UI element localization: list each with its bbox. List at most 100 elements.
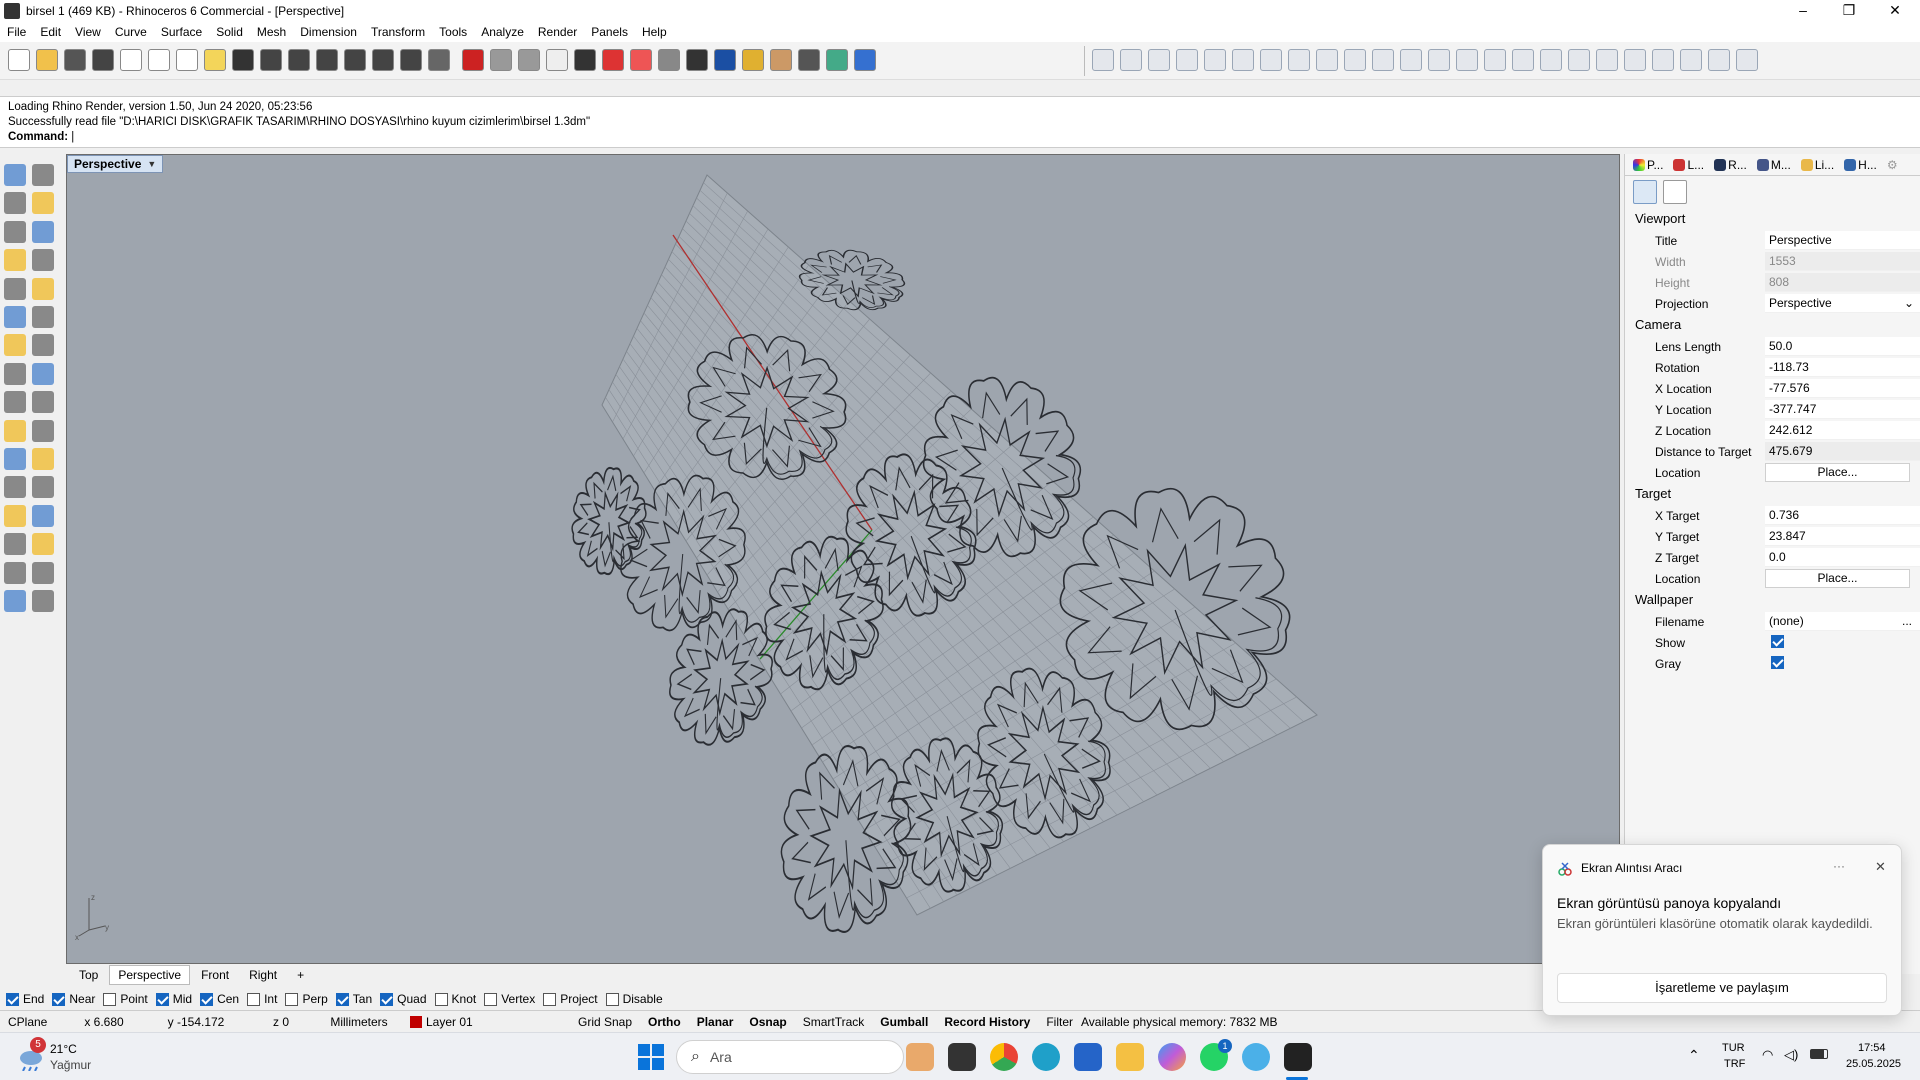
z-location-field[interactable]: 242.612	[1765, 421, 1920, 440]
shapes-icon[interactable]	[1693, 180, 1717, 204]
menu-solid[interactable]: Solid	[209, 22, 250, 42]
viewport-title[interactable]: Perspective ▼	[67, 155, 164, 173]
circle-tool-icon[interactable]	[4, 220, 26, 243]
osnap-checkbox[interactable]	[605, 992, 619, 1006]
chrome-icon[interactable]	[990, 1043, 1018, 1071]
save-icon[interactable]	[64, 49, 86, 71]
undo-icon[interactable]	[232, 49, 254, 71]
rhino-taskbar-icon[interactable]	[1284, 1043, 1312, 1071]
osnap-knot[interactable]: Knot	[434, 992, 476, 1006]
osnap-toggle[interactable]: Osnap	[741, 1015, 794, 1029]
target-place-button[interactable]: Place...	[1765, 569, 1910, 588]
text-tool-icon[interactable]	[4, 504, 26, 527]
rotation-field[interactable]: -118.73	[1765, 358, 1920, 377]
taskview-icon[interactable]	[906, 1043, 934, 1071]
zoom-selected-icon[interactable]	[372, 49, 394, 71]
open-file-icon[interactable]	[36, 49, 58, 71]
curve-tool-1-icon[interactable]	[1092, 49, 1114, 71]
add-viewport-tab-button[interactable]: +	[288, 965, 313, 985]
open-alt-icon[interactable]	[1484, 49, 1506, 71]
triangle-tool-icon[interactable]	[4, 249, 26, 272]
shield-icon[interactable]	[602, 49, 624, 71]
color-wheel-icon[interactable]	[630, 49, 652, 71]
curve-tool-6-icon[interactable]	[1232, 49, 1254, 71]
notification-close-button[interactable]: ✕	[1875, 859, 1886, 875]
osnap-checkbox[interactable]	[380, 992, 394, 1006]
zoom-window-icon[interactable]	[316, 49, 338, 71]
extrude-tool-icon[interactable]	[4, 362, 26, 385]
menu-curve[interactable]: Curve	[108, 22, 154, 42]
transform-3-icon[interactable]	[1596, 49, 1618, 71]
osnap-near[interactable]: Near	[52, 992, 95, 1006]
camera-place-button[interactable]: Place...	[1765, 463, 1910, 482]
y-target-field[interactable]: 23.847	[1765, 527, 1920, 546]
options-icon[interactable]	[798, 49, 820, 71]
display-icon[interactable]	[1663, 180, 1687, 204]
perspective-viewport[interactable]: Perspective ▼ z x y	[66, 154, 1620, 964]
target-icon[interactable]	[490, 49, 512, 71]
lock-icon[interactable]	[574, 49, 596, 71]
edit-icon[interactable]	[1512, 49, 1534, 71]
notification-more-button[interactable]: ···	[1833, 859, 1845, 873]
tab-top[interactable]: Top	[70, 965, 107, 985]
grid-snap-toggle[interactable]: Grid Snap	[570, 1015, 640, 1029]
osnap-end[interactable]: End	[6, 992, 44, 1006]
app-icon[interactable]	[1242, 1043, 1270, 1071]
curve-tool-icon[interactable]	[32, 192, 54, 215]
windows-start-icon[interactable]	[638, 1044, 664, 1070]
zoom-icon[interactable]	[288, 49, 310, 71]
osnap-int[interactable]: Int	[247, 992, 277, 1006]
sphere-dark-icon[interactable]	[686, 49, 708, 71]
language-secondary[interactable]: TRF	[1724, 1058, 1745, 1070]
panel-tab-render[interactable]: R...	[1710, 158, 1751, 172]
gear-cluster-icon[interactable]	[770, 49, 792, 71]
osnap-checkbox[interactable]	[52, 992, 66, 1006]
menu-file[interactable]: File	[0, 22, 33, 42]
polyline-tool-icon[interactable]	[4, 192, 26, 215]
trim-tool-icon[interactable]	[32, 476, 54, 499]
curve-tool-4-icon[interactable]	[1176, 49, 1198, 71]
car-icon[interactable]	[462, 49, 484, 71]
rotate-view-icon[interactable]	[400, 49, 422, 71]
panel-settings-gear-icon[interactable]: ⚙	[1883, 158, 1902, 172]
menu-view[interactable]: View	[68, 22, 108, 42]
volume-icon[interactable]: ◁)	[1784, 1047, 1798, 1063]
panel-tab-layers[interactable]: L...	[1669, 158, 1708, 172]
y-location-field[interactable]: -377.747	[1765, 400, 1920, 419]
fill-tool-icon[interactable]	[4, 448, 26, 470]
osnap-quad[interactable]: Quad	[380, 992, 427, 1006]
store-icon[interactable]	[1074, 1043, 1102, 1071]
tab-perspective[interactable]: Perspective	[109, 965, 191, 985]
units-display[interactable]: Millimeters	[316, 1015, 402, 1029]
paste-icon[interactable]	[176, 49, 198, 71]
title-field[interactable]: Perspective	[1765, 231, 1920, 250]
curve-tool-11-icon[interactable]	[1372, 49, 1394, 71]
file-explorer-icon[interactable]	[1116, 1043, 1144, 1071]
z-target-field[interactable]: 0.0	[1765, 548, 1920, 567]
menu-render[interactable]: Render	[531, 22, 584, 42]
browse-button[interactable]: ...	[1902, 612, 1912, 630]
tab-front[interactable]: Front	[192, 965, 238, 985]
freeform-tool-icon[interactable]	[32, 277, 54, 300]
array-tool-icon[interactable]	[4, 533, 26, 556]
curve-tool-3-icon[interactable]	[1148, 49, 1170, 71]
osnap-checkbox[interactable]	[285, 992, 299, 1006]
osnap-checkbox[interactable]	[434, 992, 448, 1006]
import-icon[interactable]	[120, 49, 142, 71]
help-icon[interactable]	[854, 49, 876, 71]
record-history-toggle[interactable]: Record History	[936, 1015, 1038, 1029]
terminal-icon[interactable]	[948, 1043, 976, 1071]
x-target-field[interactable]: 0.736	[1765, 506, 1920, 525]
check-tool-icon[interactable]	[32, 561, 54, 584]
planar-toggle[interactable]: Planar	[689, 1015, 742, 1029]
scale-tool-icon[interactable]	[4, 561, 26, 584]
filename-field[interactable]: (none)...	[1765, 612, 1920, 631]
loft-tool-icon[interactable]	[32, 362, 54, 385]
osnap-point[interactable]: Point	[103, 992, 148, 1006]
transform-1-icon[interactable]	[1540, 49, 1562, 71]
surface-2-tool-icon[interactable]	[32, 306, 54, 328]
menu-transform[interactable]: Transform	[364, 22, 432, 42]
save-alt-icon[interactable]	[1456, 49, 1478, 71]
edge-icon[interactable]	[1032, 1043, 1060, 1071]
clock-time[interactable]: 17:54	[1858, 1042, 1886, 1054]
